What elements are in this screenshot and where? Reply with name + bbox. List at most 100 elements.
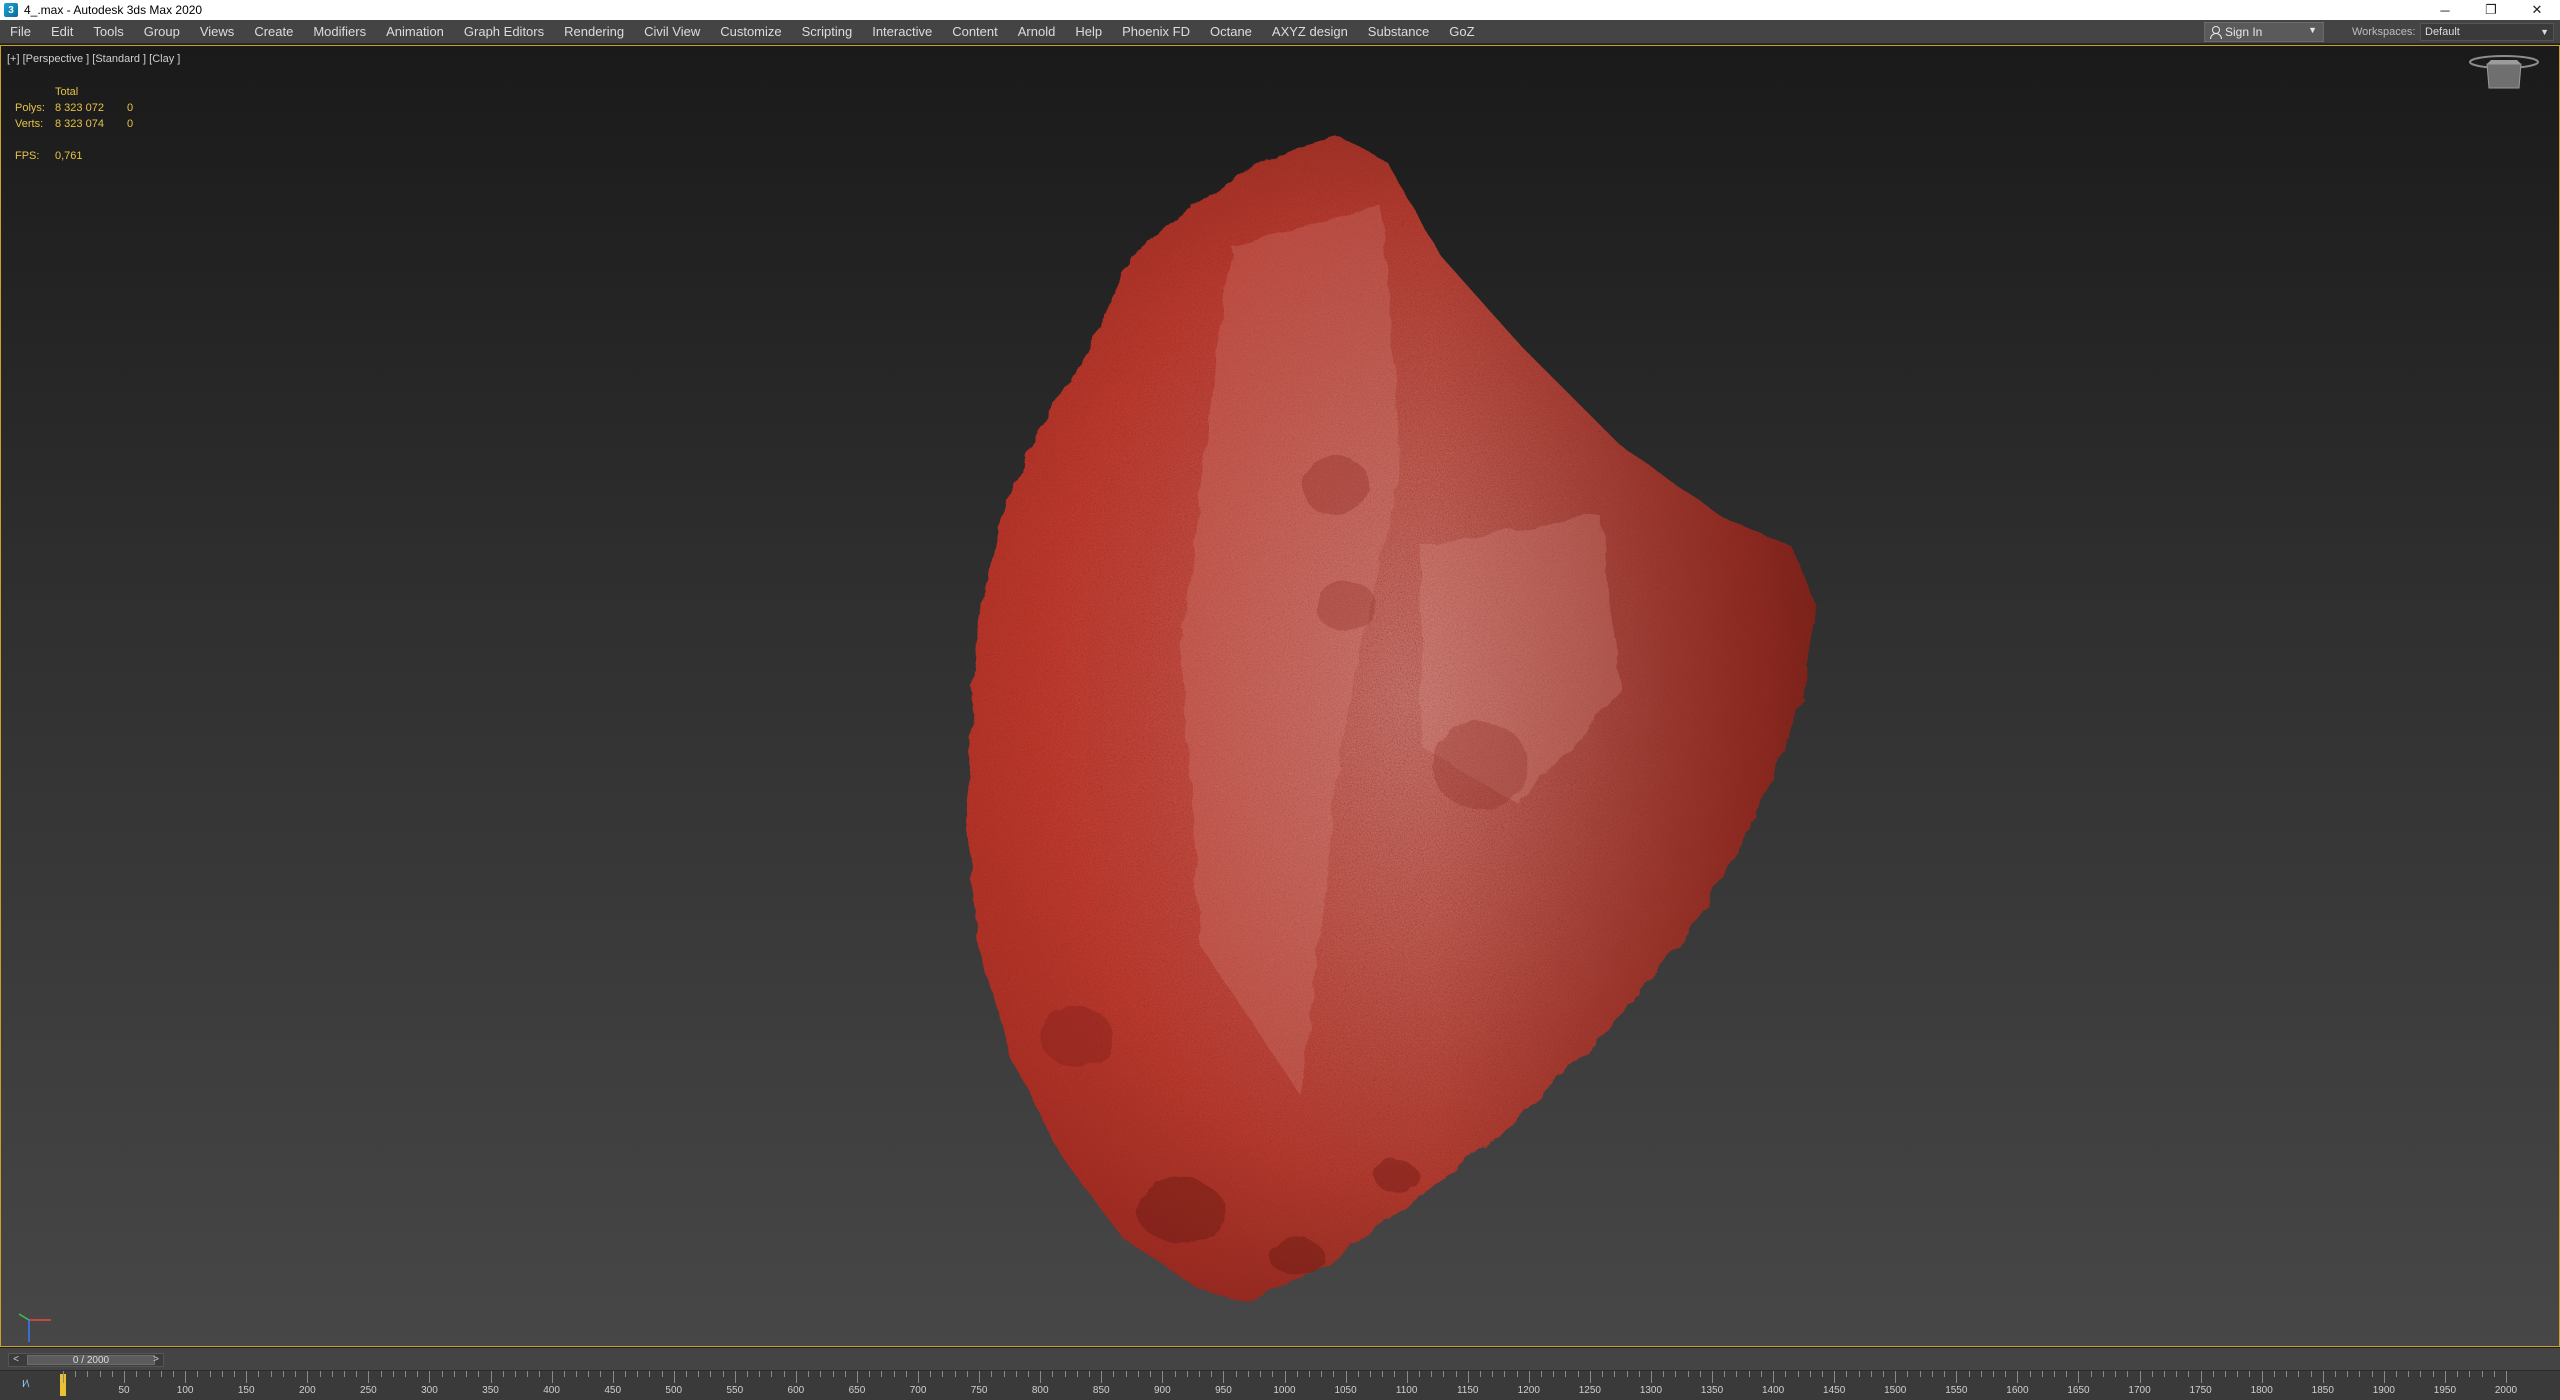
track-tick: [869, 1371, 871, 1377]
time-slider-area: < 0 / 2000 > I∕\ 50 100 150 200 250 300 350 400…: [0, 1348, 2560, 1400]
menu-group[interactable]: Group: [134, 20, 190, 44]
track-tick-label: 200: [298, 1385, 316, 1396]
track-tick: [1895, 1371, 1897, 1383]
minimize-button[interactable]: ─: [2422, 0, 2468, 20]
track-tick: [392, 1371, 394, 1377]
viewport-label[interactable]: [+] [Perspective ] [Standard ] [Clay ]: [7, 53, 180, 65]
menu-octane[interactable]: Octane: [1200, 20, 1262, 44]
track-tick: [1235, 1371, 1237, 1377]
restore-button[interactable]: ❐: [2468, 0, 2514, 20]
track-tick: [1663, 1371, 1665, 1377]
next-frame-button[interactable]: >: [149, 1354, 163, 1366]
track-tick-label: 1550: [1945, 1385, 1968, 1396]
track-tick: [612, 1371, 614, 1383]
menu-axyz-design[interactable]: AXYZ design: [1262, 20, 1358, 44]
track-tick: [221, 1371, 223, 1377]
track-tick: [1944, 1371, 1946, 1377]
polys-selected: 0: [127, 102, 134, 114]
menu-help[interactable]: Help: [1065, 20, 1112, 44]
track-tick: [514, 1371, 516, 1377]
track-tick: [2029, 1371, 2031, 1377]
track-tick: [1370, 1371, 1371, 1377]
menu-scripting[interactable]: Scripting: [792, 20, 863, 44]
track-tick: [295, 1371, 297, 1377]
track-tick-label: 450: [604, 1385, 622, 1396]
menu-rendering[interactable]: Rendering: [554, 20, 634, 44]
track-tick: [1479, 1371, 1481, 1377]
menu-substance[interactable]: Substance: [1358, 20, 1439, 44]
track-tick: [1748, 1371, 1750, 1377]
track-tick: [918, 1371, 920, 1383]
menu-interactive[interactable]: Interactive: [862, 20, 942, 44]
menu-animation[interactable]: Animation: [376, 20, 454, 44]
menu-content[interactable]: Content: [942, 20, 1008, 44]
menu-goz[interactable]: GoZ: [1439, 20, 1484, 44]
perspective-viewport[interactable]: [+] [Perspective ] [Standard ] [Clay ] T…: [0, 45, 2560, 1347]
track-tick: [197, 1371, 199, 1377]
menu-arnold[interactable]: Arnold: [1008, 20, 1066, 44]
track-tick-label: 1950: [2433, 1385, 2457, 1396]
track-tick: [1675, 1371, 1677, 1377]
track-tick: [966, 1371, 968, 1377]
track-tick: [1968, 1371, 1970, 1377]
track-tick: [1284, 1371, 1286, 1383]
track-tick: [2298, 1371, 2300, 1377]
track-tick: [368, 1371, 370, 1383]
rock-model[interactable]: [1, 46, 2559, 1346]
verts-label: Verts:: [15, 118, 44, 130]
track-tick: [466, 1371, 468, 1377]
track-tick-label: 1100: [1395, 1385, 1418, 1396]
menu-create[interactable]: Create: [244, 20, 303, 44]
time-slider[interactable]: < 0 / 2000 >: [8, 1353, 164, 1367]
track-tick: [1174, 1371, 1176, 1377]
track-tick-label: 1700: [2128, 1385, 2151, 1396]
track-tick: [710, 1371, 712, 1377]
menu-edit[interactable]: Edit: [41, 20, 83, 44]
track-tick: [160, 1371, 162, 1377]
close-button[interactable]: ✕: [2514, 0, 2560, 20]
sign-in-dropdown[interactable]: Sign In ▼: [2204, 22, 2324, 42]
track-tick-label: 750: [970, 1385, 988, 1396]
track-tick: [2127, 1371, 2129, 1377]
track-tick: [136, 1371, 138, 1377]
track-tick: [1357, 1371, 1359, 1377]
track-tick: [2054, 1371, 2056, 1377]
frame-readout[interactable]: 0 / 2000: [27, 1355, 155, 1366]
menu-views[interactable]: Views: [190, 20, 244, 44]
track-tick: [2066, 1371, 2068, 1377]
menu-tools[interactable]: Tools: [83, 20, 133, 44]
track-tick: [1760, 1371, 1762, 1377]
menu-file[interactable]: File: [0, 20, 41, 44]
track-tick: [1150, 1371, 1152, 1377]
fps-value: 0,761: [55, 150, 83, 162]
track-tick: [600, 1371, 602, 1377]
track-tick: [563, 1371, 565, 1377]
curve-editor-toggle-icon[interactable]: I∕\: [22, 1379, 29, 1390]
track-tick: [820, 1371, 822, 1377]
track-tick: [1101, 1371, 1103, 1383]
workspace-select[interactable]: Default ▼: [2420, 23, 2554, 41]
track-tick: [2493, 1371, 2495, 1377]
track-tick: [771, 1371, 773, 1377]
title-bar: 3 4_.max - Autodesk 3ds Max 2020 ─ ❐ ✕: [0, 0, 2560, 20]
viewcube-icon[interactable]: [2467, 52, 2541, 96]
track-tick: [661, 1371, 663, 1377]
track-tick: [795, 1371, 797, 1383]
menu-modifiers[interactable]: Modifiers: [303, 20, 376, 44]
menu-phoenix-fd[interactable]: Phoenix FD: [1112, 20, 1200, 44]
track-tick: [2347, 1371, 2349, 1377]
track-tick: [1052, 1371, 1054, 1377]
menu-graph-editors[interactable]: Graph Editors: [454, 20, 554, 44]
track-tick: [1113, 1371, 1115, 1377]
track-tick: [111, 1371, 113, 1377]
track-bar[interactable]: I∕\ 50 100 150 200 250 300 350 400 450 500 550 600 6…: [0, 1370, 2560, 1400]
track-tick: [380, 1371, 382, 1377]
prev-frame-button[interactable]: <: [9, 1354, 23, 1366]
track-tick-label: 400: [543, 1385, 560, 1396]
menu-civil-view[interactable]: Civil View: [634, 20, 710, 44]
track-tick: [1040, 1371, 1042, 1383]
track-tick: [1736, 1371, 1738, 1377]
track-tick: [1382, 1371, 1384, 1377]
menu-customize[interactable]: Customize: [710, 20, 791, 44]
track-tick: [1541, 1371, 1542, 1377]
